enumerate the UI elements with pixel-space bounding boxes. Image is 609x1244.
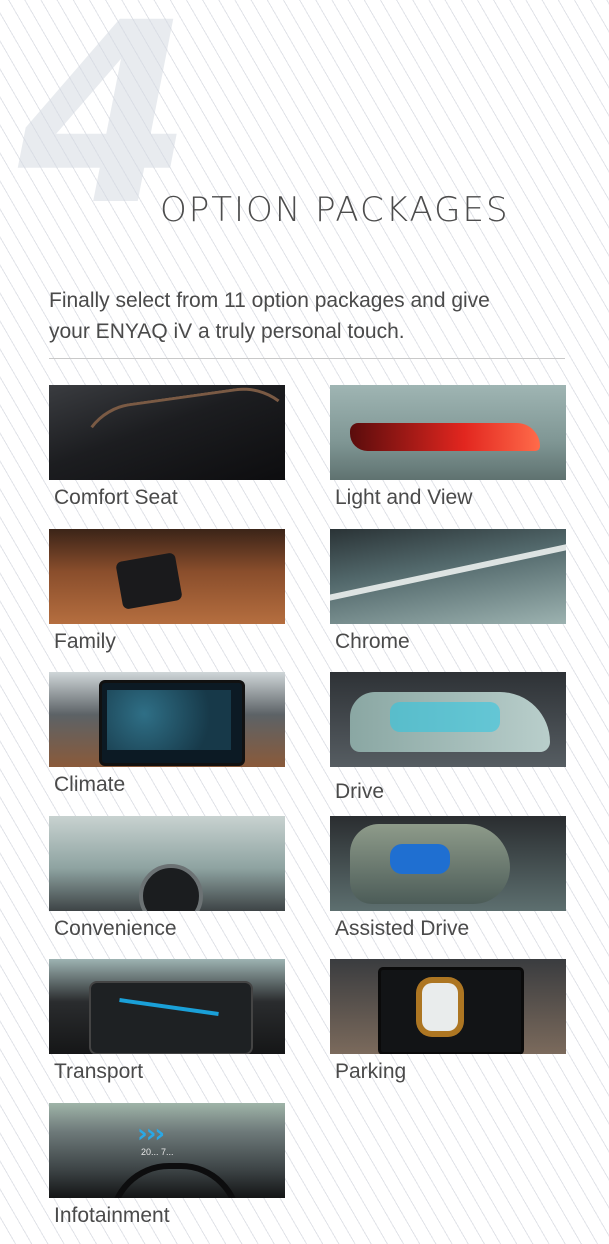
package-chrome[interactable]: Chrome	[330, 529, 566, 654]
package-climate[interactable]: Climate	[49, 672, 285, 797]
section-title: OPTION PACKAGES	[160, 190, 510, 230]
package-label: Drive	[335, 780, 385, 803]
light-and-view-image	[330, 385, 566, 480]
parking-image	[330, 959, 566, 1054]
package-comfort-seat[interactable]: Comfort Seat	[49, 385, 285, 510]
package-label: Convenience	[54, 917, 177, 940]
package-label: Parking	[335, 1060, 407, 1083]
family-image	[49, 529, 285, 624]
drive-image	[330, 672, 566, 767]
package-label: Infotainment	[54, 1204, 170, 1227]
package-label: Chrome	[335, 630, 410, 653]
convenience-image	[49, 816, 285, 911]
hud-arrows-icon: ›››	[137, 1119, 165, 1149]
package-label: Light and View	[335, 486, 473, 509]
package-assisted-drive[interactable]: Assisted Drive	[330, 816, 566, 941]
intro-line-2: your ENYAQ iV a truly personal touch.	[49, 320, 405, 343]
package-convenience[interactable]: Convenience	[49, 816, 285, 941]
package-label: Assisted Drive	[335, 917, 470, 940]
infotainment-image: ››› 20... 7...	[49, 1103, 285, 1198]
intro-line-1: Finally select from 11 option packages a…	[49, 289, 490, 312]
climate-image	[49, 672, 285, 767]
package-parking[interactable]: Parking	[330, 959, 566, 1084]
divider	[49, 358, 565, 359]
chrome-image	[330, 529, 566, 624]
package-transport[interactable]: Transport	[49, 959, 285, 1084]
package-infotainment[interactable]: ››› 20... 7... Infotainment	[49, 1103, 285, 1228]
package-light-and-view[interactable]: Light and View	[330, 385, 566, 510]
assisted-drive-image	[330, 816, 566, 911]
package-label: Comfort Seat	[54, 486, 178, 509]
transport-image	[49, 959, 285, 1054]
package-label: Transport	[54, 1060, 144, 1083]
package-drive[interactable]: Drive	[330, 672, 566, 804]
package-family[interactable]: Family	[49, 529, 285, 654]
comfort-seat-image	[49, 385, 285, 480]
package-label: Climate	[54, 773, 126, 796]
package-label: Family	[54, 630, 116, 653]
hud-readout: 20... 7...	[141, 1147, 174, 1157]
intro-text: Finally select from 11 option packages a…	[49, 285, 569, 347]
